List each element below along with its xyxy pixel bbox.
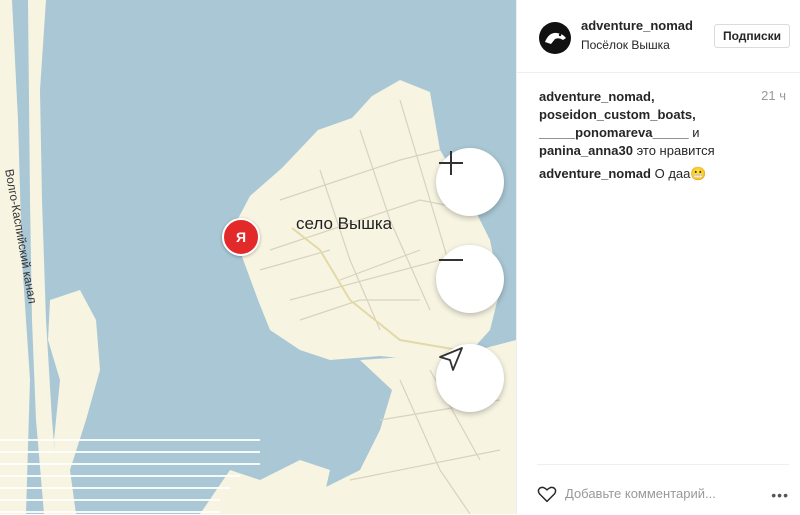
post-panel: adventure_nomad Посёлок Вышка Подписки a… <box>516 0 800 514</box>
comment-author[interactable]: adventure_nomad <box>539 166 651 181</box>
liker-username[interactable]: panina_anna30 <box>539 143 633 158</box>
minus-icon <box>439 259 463 261</box>
likes-suffix: это нравится <box>636 143 715 158</box>
post-location[interactable]: Посёлок Вышка <box>581 38 670 52</box>
plus-icon <box>439 151 463 175</box>
likes-text: adventure_nomad, poseidon_custom_boats, … <box>539 88 739 160</box>
liker-username[interactable]: adventure_nomad, <box>539 89 655 104</box>
map[interactable]: Волго-Каспийский канал село Вышка Я <box>0 0 516 514</box>
avatar[interactable] <box>539 22 571 54</box>
zoom-out-button[interactable] <box>436 245 504 313</box>
follow-button[interactable]: Подписки <box>714 24 790 48</box>
liker-username[interactable]: poseidon_custom_boats, <box>539 107 696 122</box>
avatar-logo-icon <box>545 32 566 44</box>
comment-text: О даа😬 <box>654 166 707 181</box>
post-header: adventure_nomad Посёлок Вышка Подписки <box>517 0 800 73</box>
navigation-arrow-icon <box>439 347 463 371</box>
liker-username[interactable]: _____ponomareva_____ <box>539 125 689 140</box>
post-footer: ••• <box>537 464 789 515</box>
heart-icon[interactable] <box>537 485 557 503</box>
comment-input[interactable] <box>565 481 745 505</box>
more-options-button[interactable]: ••• <box>771 487 789 503</box>
post-time[interactable]: 21 ч <box>761 88 786 103</box>
village-label: село Вышка <box>296 214 393 233</box>
likes-and-word: и <box>692 125 700 140</box>
zoom-in-button[interactable] <box>436 148 504 216</box>
locate-button[interactable] <box>436 344 504 412</box>
post-username[interactable]: adventure_nomad <box>581 18 693 33</box>
location-pin[interactable]: Я <box>222 218 260 256</box>
comment: adventure_nomad О даа😬 <box>539 166 707 182</box>
